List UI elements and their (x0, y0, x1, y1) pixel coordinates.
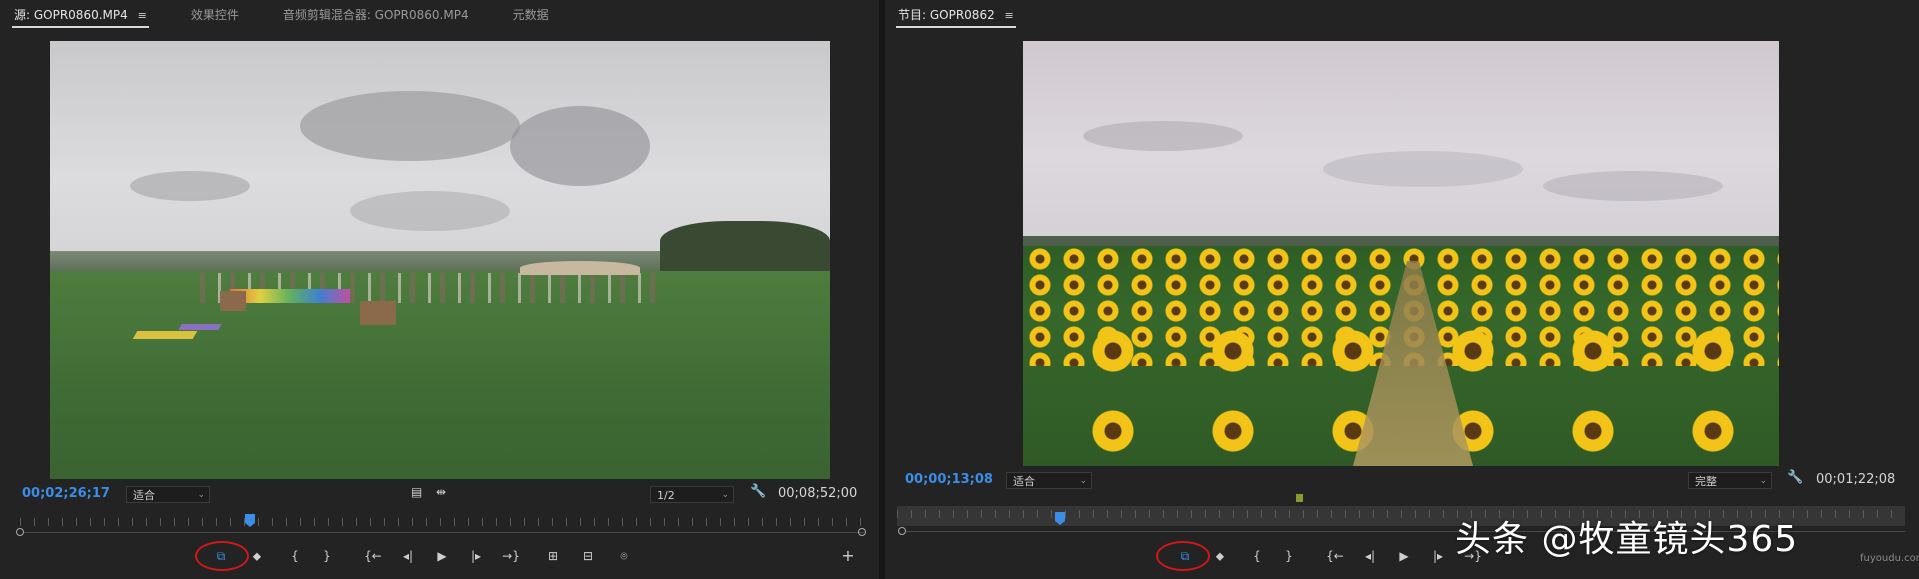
play-button[interactable]: ▶ (432, 544, 452, 568)
source-panel-tabs: 源: GOPR0860.MP4 ≡ 效果控件 音频剪辑混合器: GOPR0860… (0, 0, 879, 28)
step-back-button[interactable]: ◂| (398, 544, 418, 568)
step-back-button[interactable]: ◂| (1360, 544, 1380, 568)
mark-out-button[interactable]: } (317, 544, 337, 568)
overwrite-button[interactable]: ⊟ (578, 544, 598, 568)
source-zoom-select[interactable]: 适合 ⌄ (126, 486, 210, 503)
program-zoom-value: 适合 (1013, 475, 1035, 488)
source-video-frame[interactable] (50, 41, 830, 479)
program-current-timecode[interactable]: 00;00;13;08 (905, 472, 993, 487)
play-button[interactable]: ▶ (1394, 544, 1414, 568)
chevron-down-icon: ⌄ (1079, 476, 1087, 486)
step-forward-button[interactable]: |▸ (466, 544, 486, 568)
go-to-out-button[interactable]: →} (501, 544, 521, 568)
program-scroll-start-handle[interactable] (898, 527, 906, 535)
panel-menu-icon[interactable]: ≡ (1005, 9, 1014, 22)
source-zoom-scrollbar[interactable] (24, 532, 864, 533)
in-out-marker[interactable] (1296, 494, 1303, 502)
mark-in-button[interactable]: { (285, 544, 305, 568)
source-scroll-end-handle[interactable] (858, 528, 866, 536)
source-scroll-start-handle[interactable] (16, 528, 24, 536)
program-panel-tabs: 节目: GOPR0862 ≡ (885, 0, 1919, 28)
tab-program[interactable]: 节目: GOPR0862 ≡ (896, 6, 1016, 28)
red-annotation-circle (195, 541, 249, 571)
source-duration-timecode: 00;08;52;00 (778, 486, 858, 501)
program-monitor-panel: 节目: GOPR0862 ≡ 00;00;13;08 适合 ⌄ 完整 ⌄ 🔧 0… (885, 0, 1919, 579)
go-to-in-button[interactable]: {← (1325, 544, 1345, 568)
chevron-down-icon: ⌄ (721, 490, 729, 500)
chevron-down-icon: ⌄ (197, 490, 205, 500)
tab-metadata[interactable]: 元数据 (513, 6, 549, 23)
program-zoom-select[interactable]: 适合 ⌄ (1006, 472, 1092, 489)
program-video-frame[interactable] (1023, 41, 1779, 466)
program-resolution-value: 完整 (1695, 475, 1717, 488)
wrench-icon[interactable]: 🔧 (750, 484, 766, 499)
drag-video-audio-icon[interactable]: ⇹ (436, 485, 446, 499)
insert-button[interactable]: ⊞ (543, 544, 563, 568)
source-resolution-select[interactable]: 1/2 ⌄ (650, 486, 734, 503)
source-playhead[interactable] (245, 514, 255, 527)
source-current-timecode[interactable]: 00;02;26;17 (22, 486, 110, 501)
add-marker-button[interactable]: ⬥ (1210, 544, 1230, 568)
tab-audio-clip-mixer[interactable]: 音频剪辑混合器: GOPR0860.MP4 (283, 6, 469, 23)
mark-in-button[interactable]: { (1247, 544, 1267, 568)
tab-effect-controls[interactable]: 效果控件 (191, 6, 239, 23)
red-annotation-circle (1156, 541, 1210, 571)
source-resolution-value: 1/2 (657, 489, 675, 502)
chevron-down-icon: ⌄ (1759, 476, 1767, 486)
mark-out-button[interactable]: } (1279, 544, 1299, 568)
wrench-icon[interactable]: 🔧 (1787, 470, 1803, 485)
add-marker-button[interactable]: ⬥ (247, 544, 267, 568)
tab-source-label: 源: GOPR0860.MP4 (14, 7, 128, 22)
source-monitor-panel: 源: GOPR0860.MP4 ≡ 效果控件 音频剪辑混合器: GOPR0860… (0, 0, 879, 579)
add-button[interactable]: + (838, 544, 858, 568)
program-playhead[interactable] (1055, 512, 1065, 525)
go-to-in-button[interactable]: {← (363, 544, 383, 568)
source-time-ruler[interactable] (20, 514, 865, 528)
source-zoom-value: 适合 (133, 489, 155, 502)
source-transport-controls: ⧉ ⬥ { } {← ◂| ▶ |▸ →} ⊞ ⊟ ⌾ + (0, 544, 879, 568)
export-frame-button[interactable]: ⌾ (614, 544, 634, 568)
program-resolution-select[interactable]: 完整 ⌄ (1688, 472, 1772, 489)
watermark-subtext: fuyoudu.com (1860, 553, 1919, 564)
tab-program-label: 节目: GOPR0862 (898, 7, 995, 22)
program-duration-timecode: 00;01;22;08 (1816, 472, 1896, 487)
step-forward-button[interactable]: |▸ (1428, 544, 1448, 568)
tab-source[interactable]: 源: GOPR0860.MP4 ≡ (12, 6, 149, 28)
panel-menu-icon[interactable]: ≡ (138, 9, 147, 22)
safe-margins-icon[interactable]: ▤ (411, 485, 422, 499)
watermark-text: 头条 @牧童镜头365 (1455, 519, 1799, 560)
